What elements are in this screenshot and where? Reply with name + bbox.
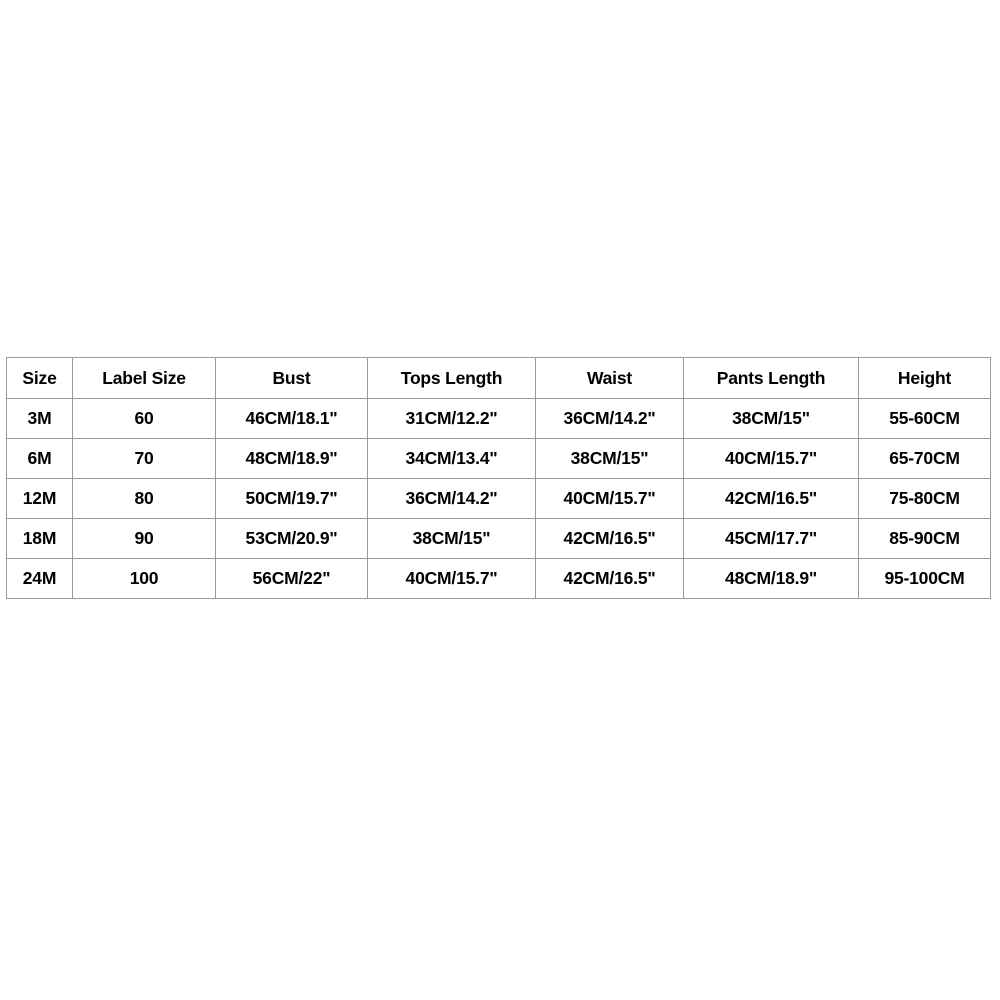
column-header-tops-length: Tops Length: [367, 357, 536, 399]
cell-height: 95-100CM: [858, 558, 991, 599]
size-chart: Size Label Size Bust Tops Length Waist P…: [6, 357, 991, 599]
cell-height: 75-80CM: [858, 478, 991, 519]
cell-bust: 50CM/19.7": [215, 478, 368, 519]
cell-label-size: 80: [72, 478, 216, 519]
cell-waist: 38CM/15": [535, 438, 684, 479]
cell-waist: 42CM/16.5": [535, 558, 684, 599]
cell-pants-length: 48CM/18.9": [683, 558, 859, 599]
cell-waist: 36CM/14.2": [535, 398, 684, 439]
table-row: 3M 60 46CM/18.1" 31CM/12.2" 36CM/14.2" 3…: [6, 398, 991, 439]
cell-pants-length: 38CM/15": [683, 398, 859, 439]
cell-tops-length: 38CM/15": [367, 518, 536, 559]
cell-label-size: 60: [72, 398, 216, 439]
column-header-height: Height: [858, 357, 991, 399]
cell-size: 18M: [6, 518, 73, 559]
cell-tops-length: 40CM/15.7": [367, 558, 536, 599]
cell-size: 6M: [6, 438, 73, 479]
cell-height: 85-90CM: [858, 518, 991, 559]
cell-size: 3M: [6, 398, 73, 439]
size-chart-body: 3M 60 46CM/18.1" 31CM/12.2" 36CM/14.2" 3…: [6, 398, 991, 599]
table-row: 18M 90 53CM/20.9" 38CM/15" 42CM/16.5" 45…: [6, 518, 991, 559]
size-chart-table: Size Label Size Bust Tops Length Waist P…: [6, 357, 991, 599]
cell-tops-length: 36CM/14.2": [367, 478, 536, 519]
table-header-row: Size Label Size Bust Tops Length Waist P…: [6, 357, 991, 399]
cell-size: 24M: [6, 558, 73, 599]
cell-height: 55-60CM: [858, 398, 991, 439]
cell-pants-length: 45CM/17.7": [683, 518, 859, 559]
column-header-size: Size: [6, 357, 73, 399]
column-header-bust: Bust: [215, 357, 368, 399]
size-chart-header: Size Label Size Bust Tops Length Waist P…: [6, 357, 991, 399]
column-header-waist: Waist: [535, 357, 684, 399]
table-row: 6M 70 48CM/18.9" 34CM/13.4" 38CM/15" 40C…: [6, 438, 991, 479]
cell-pants-length: 40CM/15.7": [683, 438, 859, 479]
cell-bust: 53CM/20.9": [215, 518, 368, 559]
cell-bust: 56CM/22": [215, 558, 368, 599]
cell-height: 65-70CM: [858, 438, 991, 479]
cell-label-size: 100: [72, 558, 216, 599]
cell-waist: 42CM/16.5": [535, 518, 684, 559]
cell-label-size: 70: [72, 438, 216, 479]
cell-pants-length: 42CM/16.5": [683, 478, 859, 519]
cell-label-size: 90: [72, 518, 216, 559]
cell-size: 12M: [6, 478, 73, 519]
cell-bust: 46CM/18.1": [215, 398, 368, 439]
cell-bust: 48CM/18.9": [215, 438, 368, 479]
table-row: 12M 80 50CM/19.7" 36CM/14.2" 40CM/15.7" …: [6, 478, 991, 519]
column-header-label-size: Label Size: [72, 357, 216, 399]
cell-tops-length: 31CM/12.2": [367, 398, 536, 439]
column-header-pants-length: Pants Length: [683, 357, 859, 399]
cell-tops-length: 34CM/13.4": [367, 438, 536, 479]
table-row: 24M 100 56CM/22" 40CM/15.7" 42CM/16.5" 4…: [6, 558, 991, 599]
cell-waist: 40CM/15.7": [535, 478, 684, 519]
